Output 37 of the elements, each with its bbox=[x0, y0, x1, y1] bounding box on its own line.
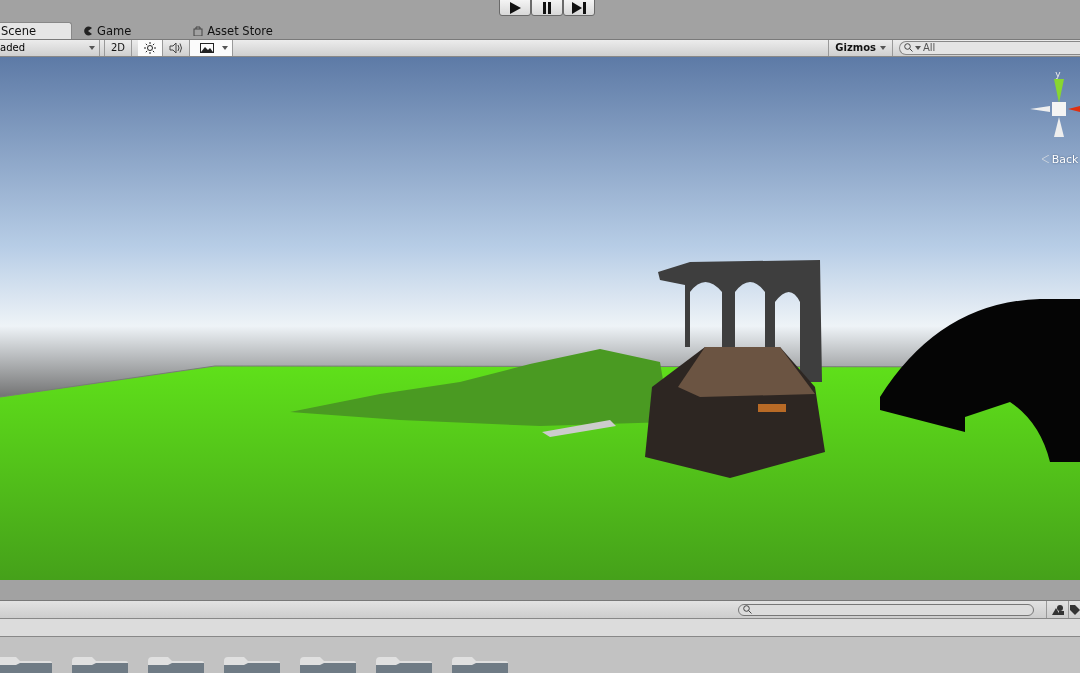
search-input[interactable]: All bbox=[923, 42, 1073, 54]
caret-icon bbox=[915, 45, 921, 50]
project-search-field[interactable] bbox=[738, 603, 1034, 616]
caret-icon bbox=[222, 45, 229, 50]
chevron-left-icon bbox=[1041, 155, 1049, 164]
dropdown-value: aded bbox=[0, 42, 25, 54]
folder-icon bbox=[72, 657, 128, 673]
play-button[interactable] bbox=[499, 0, 531, 16]
sun-icon bbox=[144, 41, 157, 54]
search-icon bbox=[904, 43, 913, 53]
folder-icon bbox=[376, 657, 432, 673]
axis-label: y bbox=[1055, 68, 1061, 79]
view-label: Back bbox=[1051, 152, 1079, 166]
folder-icon bbox=[224, 657, 280, 673]
tab[interactable]: Game bbox=[72, 21, 143, 39]
step-icon bbox=[572, 1, 586, 14]
caret-icon bbox=[880, 45, 886, 50]
folder-icon bbox=[148, 657, 204, 673]
caret-icon bbox=[89, 45, 95, 50]
tag-icon[interactable] bbox=[1068, 601, 1080, 619]
mode-2d-button[interactable]: 2D bbox=[104, 39, 133, 56]
draw-mode-dropdown[interactable]: aded bbox=[0, 39, 100, 56]
play-icon bbox=[509, 1, 521, 14]
step-button[interactable] bbox=[563, 0, 595, 16]
pause-button[interactable] bbox=[531, 0, 563, 16]
folder-icon bbox=[300, 657, 356, 673]
folder-icon bbox=[0, 657, 52, 673]
folder-icon bbox=[452, 657, 508, 673]
speaker-icon bbox=[169, 41, 184, 54]
pacman-icon bbox=[83, 25, 93, 36]
search-icon bbox=[743, 605, 752, 615]
image-icon bbox=[200, 42, 215, 53]
tab[interactable]: Asset Store bbox=[182, 21, 284, 39]
pause-icon bbox=[542, 1, 552, 14]
gizmos-dropdown[interactable]: Gizmos bbox=[828, 39, 893, 56]
bag-icon bbox=[193, 25, 204, 36]
search-field[interactable]: All bbox=[899, 40, 1080, 55]
